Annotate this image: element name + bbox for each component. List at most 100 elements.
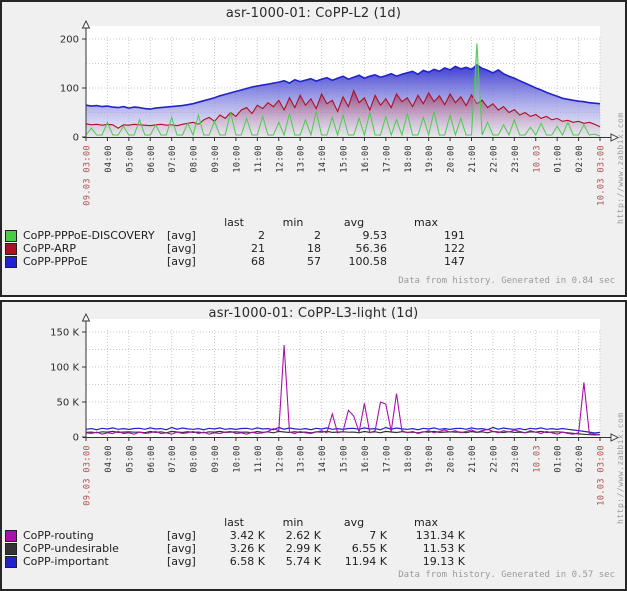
legend-header-spacer: [23, 216, 167, 229]
x-tick-label: 23:00: [511, 445, 521, 473]
x-tick-label: 04:00: [104, 445, 114, 473]
x-tick-label: 19:00: [425, 445, 435, 473]
x-tick-label: 08:00: [190, 445, 200, 473]
x-tick-label: 18:00: [404, 445, 414, 473]
legend-color-swatch: [5, 243, 17, 255]
x-tick-label: 16:00: [361, 445, 371, 473]
legend-value-max: 147: [444, 255, 465, 268]
x-tick-label: 16:00: [361, 145, 371, 173]
legend-series-func: [avg]: [167, 529, 196, 542]
legend-series-func: [avg]: [167, 555, 196, 568]
legend-column-header: max: [414, 216, 438, 229]
legend-value-min: 2.62 K: [285, 529, 321, 542]
legend-swatch-cell: [5, 255, 23, 268]
x-tick-label: 05:00: [125, 445, 135, 473]
legend-column-header: min: [282, 516, 304, 529]
x-tick-label: 09:00: [211, 445, 221, 473]
legend-color-swatch: [5, 230, 17, 242]
legend-column-header: avg: [343, 516, 365, 529]
legend-value-last: 21: [251, 242, 265, 255]
x-tick-label: 04:00: [104, 145, 114, 173]
x-tick-label: 12:00: [275, 445, 285, 473]
legend-value-min: 2: [314, 229, 321, 242]
zabbix-graphs-page: asr-1000-01: CoPP-L2 (1d) 200 100 0 09.03 0…: [0, 0, 627, 591]
x-tick-label-date: 10.03: [532, 445, 542, 473]
legend-series-label: CoPP-PPPoE: [23, 255, 88, 268]
x-tick-label: 09:00: [211, 145, 221, 173]
legend-column-header: last: [224, 216, 244, 229]
y-axis-arrow-icon: [81, 312, 91, 322]
x-tick-label: 20:00: [447, 145, 457, 173]
legend-swatch-cell: [5, 229, 23, 242]
y-tick-label: 200: [60, 35, 79, 46]
legend-header-spacer: [5, 216, 23, 229]
legend-series-label: CoPP-undesirable: [23, 542, 119, 555]
graph-panel-copp-l2: asr-1000-01: CoPP-L2 (1d) 200 100 0 09.03 0…: [0, 0, 627, 297]
x-tick-label: 06:00: [147, 145, 157, 173]
legend-color-swatch: [5, 530, 17, 542]
legend-value-max: 19.13 K: [422, 555, 465, 568]
legend-color-swatch: [5, 256, 17, 268]
legend-value-max: 191: [444, 229, 465, 242]
legend-series-label: CoPP-routing: [23, 529, 94, 542]
legend-value-max: 122: [444, 242, 465, 255]
legend-column-header: last: [224, 516, 244, 529]
x-tick-label: 15:00: [340, 445, 350, 473]
x-tick-label: 08:00: [190, 145, 200, 173]
x-tick-label: 11:00: [254, 445, 264, 473]
legend-series-label: CoPP-ARP: [23, 242, 76, 255]
x-tick-label: 02:00: [575, 145, 585, 173]
legend-swatch-cell: [5, 542, 23, 555]
legend-value-min: 5.74 K: [285, 555, 321, 568]
x-tick-label: 13:00: [297, 445, 307, 473]
y-tick-label: 100: [60, 84, 79, 95]
legend-value-last: 6.58 K: [229, 555, 265, 568]
legend-value-min: 18: [307, 242, 321, 255]
x-tick-label: 21:00: [468, 445, 478, 473]
legend-column-header: min: [282, 216, 304, 229]
legend: last min avg max CoPP-PPPoE-DISCOVERY [avg] 2 2…: [5, 216, 465, 268]
legend-value-min: 2.99 K: [285, 542, 321, 555]
x-tick-label: 07:00: [168, 445, 178, 473]
x-tick-label: 11:00: [254, 145, 264, 173]
x-tick-label: 19:00: [425, 145, 435, 173]
x-tick-label: 20:00: [447, 445, 457, 473]
legend-header-spacer: [23, 516, 167, 529]
x-tick-label: 13:00: [297, 145, 307, 173]
y-tick-label: 100 K: [50, 363, 79, 374]
legend-swatch-cell: [5, 242, 23, 255]
legend-value-max: 131.34 K: [415, 529, 465, 542]
legend-column-header: max: [414, 516, 438, 529]
legend-series-func: [avg]: [167, 542, 196, 555]
legend-value-avg: 9.53: [362, 229, 388, 242]
legend-swatch-cell: [5, 529, 23, 542]
legend-value-avg: 56.36: [355, 242, 388, 255]
legend-color-swatch: [5, 543, 17, 555]
x-tick-label: 18:00: [404, 145, 414, 173]
footer-note: Data from history. Generated in 0.84 sec: [398, 276, 615, 286]
x-tick-label: 10:00: [232, 145, 242, 173]
footer-note: Data from history. Generated in 0.57 sec: [398, 570, 615, 580]
legend-value-avg: 11.94 K: [344, 555, 387, 568]
x-tick-label: 12:00: [275, 145, 285, 173]
x-tick-label: 01:00: [554, 445, 564, 473]
legend-value-min: 57: [307, 255, 321, 268]
legend-header-spacer: [5, 516, 23, 529]
legend-series-func: [avg]: [167, 229, 196, 242]
watermark-url: http://www.zabbix.com: [616, 112, 625, 224]
x-tick-label: 17:00: [382, 145, 392, 173]
legend-value-last: 3.42 K: [229, 529, 265, 542]
legend-swatch-cell: [5, 555, 23, 568]
x-tick-label-date: 09.03 03:00: [83, 145, 93, 206]
y-tick-label: 0: [73, 133, 79, 144]
legend-series-label: CoPP-PPPoE-DISCOVERY: [23, 229, 155, 242]
x-tick-label: 23:00: [511, 145, 521, 173]
y-tick-label: 50 K: [57, 398, 80, 409]
legend-series-func: [avg]: [167, 255, 196, 268]
x-tick-label: 02:00: [575, 445, 585, 473]
legend-series-func: [avg]: [167, 242, 196, 255]
legend-header-spacer: [167, 216, 203, 229]
x-tick-label: 22:00: [489, 445, 499, 473]
legend-value-avg: 7 K: [369, 529, 387, 542]
graph-panel-copp-l3-light: asr-1000-01: CoPP-L3-light (1d) 150 K 100…: [0, 300, 627, 591]
